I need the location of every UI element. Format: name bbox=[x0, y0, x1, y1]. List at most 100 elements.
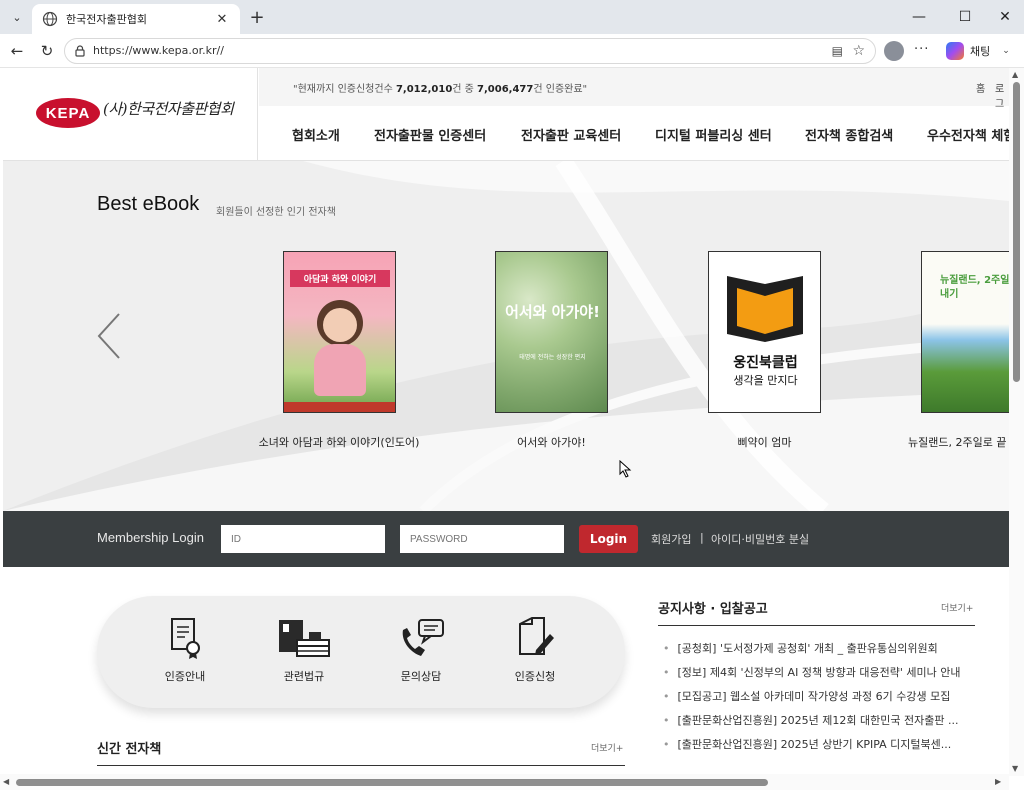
main-navigation: 협회소개 전자출판물 인증센터 전자출판 교육센터 디지털 퍼블리싱 센터 전자… bbox=[259, 106, 1009, 161]
new-ebooks-more-link[interactable]: 더보기+ bbox=[591, 741, 623, 754]
new-ebooks-divider bbox=[97, 765, 625, 766]
book-cover-2-title: 어서와 아가야! bbox=[505, 303, 600, 321]
browser-window: ⌄ 한국전자출판협회 ✕ + — ☐ ✕ ← ↻ https://www.kep… bbox=[0, 0, 1024, 790]
best-ebook-subtitle: 회원들이 선정한 인기 전자책 bbox=[216, 207, 336, 218]
horizontal-scrollbar[interactable]: ◀ ▶ bbox=[0, 774, 1009, 790]
book-cover-3-sub: 생각을 만지다 bbox=[733, 374, 798, 387]
site-logo[interactable]: KEPA (사)한국전자출판협회 bbox=[3, 68, 258, 161]
carousel-prev-arrow-icon[interactable] bbox=[95, 311, 125, 361]
certificate-icon bbox=[171, 618, 200, 659]
book-cover-1[interactable]: 아담과 하와 이야기 bbox=[283, 251, 396, 413]
book-title-1[interactable]: 소녀와 아담과 하와 이야기(인도어) bbox=[256, 434, 422, 450]
profile-avatar[interactable] bbox=[884, 41, 904, 61]
notice-item[interactable]: [공청회] '도서정가제 공청회' 개최 _ 출판유통심의위원회 bbox=[663, 640, 983, 664]
top-info-bar: "현재까지 인증신청건수 7,012,010건 중 7,006,477건 인증완… bbox=[259, 68, 1009, 110]
book-title-3[interactable]: 삐약이 엄마 bbox=[708, 434, 821, 450]
new-tab-plus-icon[interactable]: + bbox=[246, 6, 268, 28]
id-input[interactable] bbox=[221, 525, 385, 553]
horizontal-scroll-thumb[interactable] bbox=[16, 779, 768, 786]
notice-item[interactable]: [출판문화산업진흥원] 2025년 제12회 대한민국 전자출판 ... bbox=[663, 712, 983, 736]
quick-item-inquiry[interactable]: 문의상담 bbox=[381, 616, 461, 684]
quick-menu: 인증안내 관련법규 문의상담 인증신청 bbox=[97, 596, 625, 708]
password-input[interactable] bbox=[400, 525, 564, 553]
scroll-left-arrow-icon[interactable]: ◀ bbox=[3, 777, 9, 786]
scroll-down-arrow-icon[interactable]: ▼ bbox=[1012, 764, 1018, 773]
join-link[interactable]: 회원가입 bbox=[651, 531, 691, 547]
favorite-star-icon[interactable]: ☆ bbox=[852, 43, 865, 59]
nav-item-cert-center[interactable]: 전자출판물 인증센터 bbox=[374, 125, 486, 144]
document-pen-icon bbox=[519, 617, 554, 655]
quick-label-cert-apply: 인증신청 bbox=[514, 670, 556, 683]
copilot-button[interactable]: 채팅 ⌄ bbox=[940, 39, 1022, 63]
login-button[interactable]: Login bbox=[579, 525, 638, 553]
globe-icon bbox=[42, 11, 58, 27]
find-account-link[interactable]: 아이디·비밀번호 분실 bbox=[711, 531, 809, 547]
address-bar[interactable]: https://www.kepa.or.kr// ▤ ☆ bbox=[64, 38, 876, 64]
woongjin-bookclub-logo-icon bbox=[727, 276, 803, 342]
notice-more-link[interactable]: 더보기+ bbox=[941, 601, 973, 614]
reader-mode-icon[interactable]: ▤ bbox=[832, 44, 843, 58]
nav-item-ebook-search[interactable]: 전자책 종합검색 bbox=[805, 125, 893, 144]
book-cover-2-sub: 태명에 전하는 성장한 편지 bbox=[519, 354, 586, 361]
membership-login-bar: Membership Login Login 회원가입 | 아이디·비밀번호 분… bbox=[3, 511, 1009, 567]
mouse-cursor-icon bbox=[619, 460, 632, 478]
vertical-scrollbar[interactable]: ▲ ▼ bbox=[1009, 68, 1024, 776]
book-title-4[interactable]: 뉴질랜드, 2주일로 끝 bbox=[908, 434, 1009, 450]
book-cover-3[interactable]: 웅진북클럽 생각을 만지다 bbox=[708, 251, 821, 413]
quick-label-inquiry: 문의상담 bbox=[400, 670, 442, 683]
web-page: KEPA (사)한국전자출판협회 "현재까지 인증신청건수 7,012,010건… bbox=[3, 68, 1009, 774]
kepa-logo-badge: KEPA bbox=[36, 98, 100, 128]
notice-item[interactable]: [출판문화산업진흥원] 2025년 상반기 KPIPA 디지털북센... bbox=[663, 736, 983, 760]
membership-login-label: Membership Login bbox=[97, 530, 204, 545]
copilot-icon bbox=[946, 42, 964, 60]
browser-tab[interactable]: 한국전자출판협회 ✕ bbox=[32, 4, 240, 34]
nav-item-about[interactable]: 협회소개 bbox=[292, 125, 340, 144]
notice-title: 공지사항 · 입찰공고 bbox=[658, 602, 768, 617]
book-cover-4[interactable]: 뉴질랜드, 2주일로 끝내기 bbox=[921, 251, 1009, 413]
quick-label-cert-guide: 인증안내 bbox=[164, 670, 206, 683]
home-link[interactable]: 홈 bbox=[976, 80, 985, 95]
quick-item-laws[interactable]: 관련법규 bbox=[264, 616, 344, 684]
browser-toolbar: ← ↻ https://www.kepa.or.kr// ▤ ☆ ··· 채팅 … bbox=[0, 34, 1024, 68]
phone-chat-icon bbox=[402, 619, 444, 656]
applied-count: 7,012,010 bbox=[395, 84, 453, 95]
url-text[interactable]: https://www.kepa.or.kr// bbox=[93, 44, 224, 57]
notice-list: [공청회] '도서정가제 공청회' 개최 _ 출판유통심의위원회 [정보] 제4… bbox=[663, 640, 983, 760]
tab-close-icon[interactable]: ✕ bbox=[214, 12, 230, 27]
refresh-icon[interactable]: ↻ bbox=[36, 40, 58, 62]
site-header: KEPA (사)한국전자출판협회 "현재까지 인증신청건수 7,012,010건… bbox=[3, 68, 1009, 161]
new-ebooks-title: 신간 전자책 bbox=[97, 742, 162, 757]
logo-org-name: (사)한국전자출판협회 bbox=[103, 100, 234, 118]
nav-item-ebook-experience[interactable]: 우수전자책 체험 bbox=[927, 125, 1009, 144]
nav-item-edu-center[interactable]: 전자출판 교육센터 bbox=[521, 125, 621, 144]
nav-item-digital-publishing[interactable]: 디지털 퍼블리싱 센터 bbox=[655, 125, 772, 144]
book-cover-4-title: 뉴질랜드, 2주일로 끝내기 bbox=[940, 275, 1009, 300]
back-arrow-icon[interactable]: ← bbox=[6, 40, 28, 62]
more-menu-icon[interactable]: ··· bbox=[914, 42, 929, 57]
certification-stats: "현재까지 인증신청건수 7,012,010건 중 7,006,477건 인증완… bbox=[293, 84, 588, 95]
book-cover-1-title: 아담과 하와 이야기 bbox=[290, 270, 390, 287]
quick-label-laws: 관련법규 bbox=[283, 670, 325, 683]
book-cover-2[interactable]: 어서와 아가야! 태명에 전하는 성장한 편지 bbox=[495, 251, 608, 413]
book-title-2[interactable]: 어서와 아가야! bbox=[495, 434, 608, 450]
notice-item[interactable]: [모집공고] 웹소설 아카데미 작가양성 과정 6기 수강생 모집 bbox=[663, 688, 983, 712]
tab-strip: ⌄ 한국전자출판협회 ✕ + — ☐ ✕ bbox=[0, 0, 1024, 34]
maximize-icon[interactable]: ☐ bbox=[946, 4, 984, 30]
book-cover-1-footer bbox=[284, 402, 395, 412]
best-ebook-title: Best eBook bbox=[97, 193, 200, 215]
girl-face-illustration bbox=[323, 308, 357, 342]
scroll-right-arrow-icon[interactable]: ▶ bbox=[995, 777, 1001, 786]
quick-item-cert-guide[interactable]: 인증안내 bbox=[145, 616, 225, 684]
minimize-icon[interactable]: — bbox=[900, 4, 938, 30]
copilot-label: 채팅 bbox=[970, 45, 991, 58]
page-info-icon[interactable] bbox=[73, 44, 87, 58]
vertical-scroll-thumb[interactable] bbox=[1013, 82, 1020, 382]
girl-dress-illustration bbox=[314, 344, 366, 396]
quick-item-cert-apply[interactable]: 인증신청 bbox=[495, 616, 575, 684]
link-separator: | bbox=[700, 531, 704, 544]
notice-item[interactable]: [정보] 제4회 '신정부의 AI 정책 방향과 대응전략' 세미나 안내 bbox=[663, 664, 983, 688]
scroll-up-arrow-icon[interactable]: ▲ bbox=[1012, 70, 1018, 79]
tab-list-chevron-icon[interactable]: ⌄ bbox=[6, 6, 28, 28]
law-books-icon bbox=[279, 620, 330, 657]
window-close-icon[interactable]: ✕ bbox=[986, 4, 1024, 30]
